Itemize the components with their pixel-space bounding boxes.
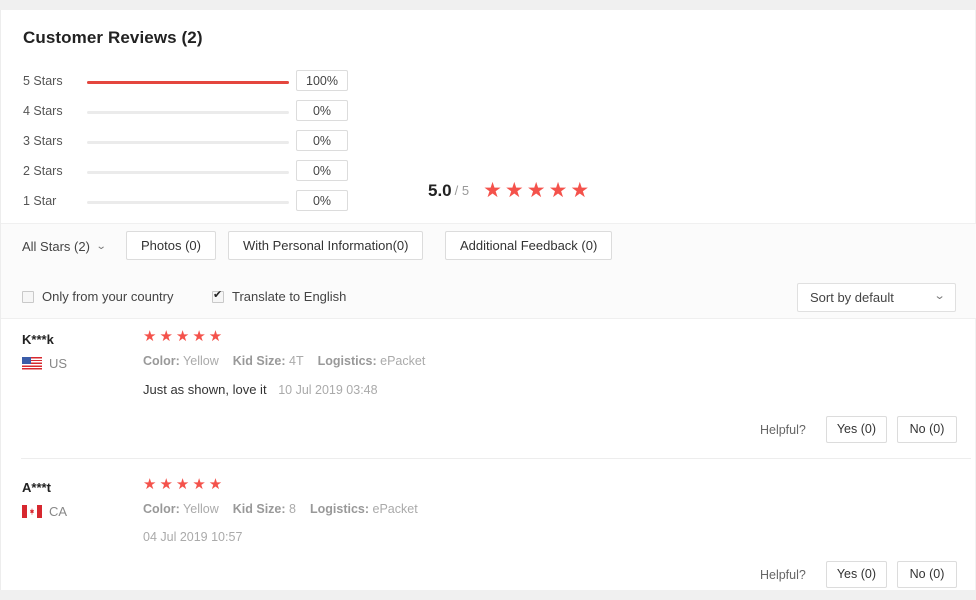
overall-rating: 5.0 / 5 ★★★★★ xyxy=(428,180,592,201)
rating-bar-row[interactable]: 4 Stars 0% xyxy=(23,100,353,130)
review-date: 04 Jul 2019 10:57 xyxy=(143,530,243,544)
ca-flag-icon xyxy=(22,505,42,518)
review-filters-bar: All Stars (2) ⌄ Photos (0) With Personal… xyxy=(1,224,976,275)
only-from-your-country-label: Only from your country xyxy=(42,289,174,304)
rating-bar-row[interactable]: 1 Star 0% xyxy=(23,190,353,220)
attribute-value: 4T xyxy=(285,354,304,368)
rating-bar-percent: 0% xyxy=(296,100,348,121)
page-root: Customer Reviews (2) 5 Stars 100% 4 Stars 0… xyxy=(0,0,976,590)
attribute-key: Color: xyxy=(143,502,180,516)
sort-dropdown[interactable]: Sort by default ⌄ xyxy=(797,283,956,312)
review-stars-icon: ★★★★★ xyxy=(143,476,226,493)
rating-summary: 5 Stars 100% 4 Stars 0% 3 Stars 0% 2 Stars 0% 1 … xyxy=(1,65,976,220)
rating-bar-label: 2 Stars xyxy=(23,164,63,178)
attribute-value: Yellow xyxy=(179,354,219,368)
rating-bar-label: 3 Stars xyxy=(23,134,63,148)
review-item: K***k US ★★★★★ Color: Yellow Kid Size: 4T… xyxy=(1,320,976,459)
review-item: A***t CA ★★★★★ Color: Yellow Kid Size: 8L… xyxy=(1,468,976,600)
page-title: Customer Reviews (2) xyxy=(23,28,203,47)
chevron-down-icon: ⌄ xyxy=(95,241,107,252)
rating-bar-percent: 100% xyxy=(296,70,348,91)
attribute-key: Color: xyxy=(143,354,180,368)
rating-breakdown-bars: 5 Stars 100% 4 Stars 0% 3 Stars 0% 2 Stars 0% 1 … xyxy=(23,70,353,220)
attribute-key: Kid Size: xyxy=(232,502,286,516)
review-attributes: Color: Yellow Kid Size: 4T Logistics: ePac… xyxy=(143,354,425,368)
rating-bar-row[interactable]: 2 Stars 0% xyxy=(23,160,353,190)
rating-bar-track xyxy=(87,171,289,174)
translate-to-english-label: Translate to English xyxy=(232,289,347,304)
attribute-value: Yellow xyxy=(179,502,219,516)
all-stars-label: All Stars (2) xyxy=(22,239,90,254)
customer-reviews-card: Customer Reviews (2) 5 Stars 100% 4 Stars 0… xyxy=(0,10,976,590)
review-stars-icon: ★★★★★ xyxy=(143,328,226,345)
rating-bar-track xyxy=(87,201,289,204)
rating-bar-track xyxy=(87,81,289,84)
reviewer-country: CA xyxy=(22,504,67,519)
review-attributes: Color: Yellow Kid Size: 8 Logistics: ePack… xyxy=(143,502,418,516)
checkbox-box[interactable] xyxy=(212,289,224,303)
attribute-key: Logistics: xyxy=(309,502,370,516)
helpful-row: Helpful? Yes (0) No (0) xyxy=(760,561,957,588)
helpful-label: Helpful? xyxy=(759,422,806,437)
review-options-bar: Only from your country Translate to Engl… xyxy=(1,275,976,319)
rating-bar-row[interactable]: 3 Stars 0% xyxy=(23,130,353,160)
rating-bar-label: 4 Stars xyxy=(23,104,63,118)
all-stars-dropdown[interactable]: All Stars (2) ⌄ xyxy=(22,239,107,254)
review-text-row: Just as shown, love it 10 Jul 2019 03:48 xyxy=(143,382,378,397)
helpful-row: Helpful? Yes (0) No (0) xyxy=(760,416,957,443)
checkbox-box[interactable] xyxy=(22,290,34,303)
review-date: 10 Jul 2019 03:48 xyxy=(278,383,378,397)
sort-selected-value: Sort by default xyxy=(810,290,894,305)
reviewer-country: US xyxy=(22,356,67,371)
review-text: Just as shown, love it xyxy=(143,382,267,397)
attribute-key: Logistics: xyxy=(317,354,377,368)
rating-bar-row[interactable]: 5 Stars 100% xyxy=(23,70,353,100)
filter-photos-button[interactable]: Photos (0) xyxy=(126,231,216,260)
overall-score: 5.0 xyxy=(428,180,452,200)
rating-bar-percent: 0% xyxy=(296,190,348,211)
rating-bar-fill xyxy=(87,81,289,84)
only-from-your-country-checkbox[interactable]: Only from your country xyxy=(22,289,174,304)
reviewer-country-label: US xyxy=(49,356,68,371)
rating-bar-label: 1 Star xyxy=(23,194,57,208)
rating-bar-percent: 0% xyxy=(296,130,348,151)
overall-out-of: / 5 xyxy=(454,183,470,198)
attribute-value: ePacket xyxy=(376,354,426,368)
options-divider xyxy=(1,318,976,319)
translate-to-english-checkbox[interactable]: Translate to English xyxy=(212,289,346,304)
helpful-yes-button[interactable]: Yes (0) xyxy=(825,561,887,588)
helpful-no-button[interactable]: No (0) xyxy=(897,416,957,443)
review-divider xyxy=(21,458,971,459)
overall-stars-icon: ★★★★★ xyxy=(483,179,593,202)
helpful-label: Helpful? xyxy=(759,567,806,582)
attribute-value: ePacket xyxy=(369,502,418,516)
helpful-yes-button[interactable]: Yes (0) xyxy=(825,416,887,443)
reviewer-name: K***k xyxy=(22,332,54,347)
attribute-value: 8 xyxy=(285,502,296,516)
rating-bar-percent: 0% xyxy=(296,160,348,181)
rating-bar-track xyxy=(87,111,289,114)
reviewer-name: A***t xyxy=(22,480,51,495)
rating-bar-label: 5 Stars xyxy=(23,74,63,88)
filter-personal-information-button[interactable]: With Personal Information(0) xyxy=(228,231,424,260)
rating-bar-track xyxy=(87,141,289,144)
reviewer-country-label: CA xyxy=(49,504,68,519)
filter-additional-feedback-button[interactable]: Additional Feedback (0) xyxy=(445,231,613,260)
helpful-no-button[interactable]: No (0) xyxy=(897,561,957,588)
chevron-down-icon: ⌄ xyxy=(933,290,946,302)
attribute-key: Kid Size: xyxy=(232,354,286,368)
us-flag-icon xyxy=(22,357,42,370)
